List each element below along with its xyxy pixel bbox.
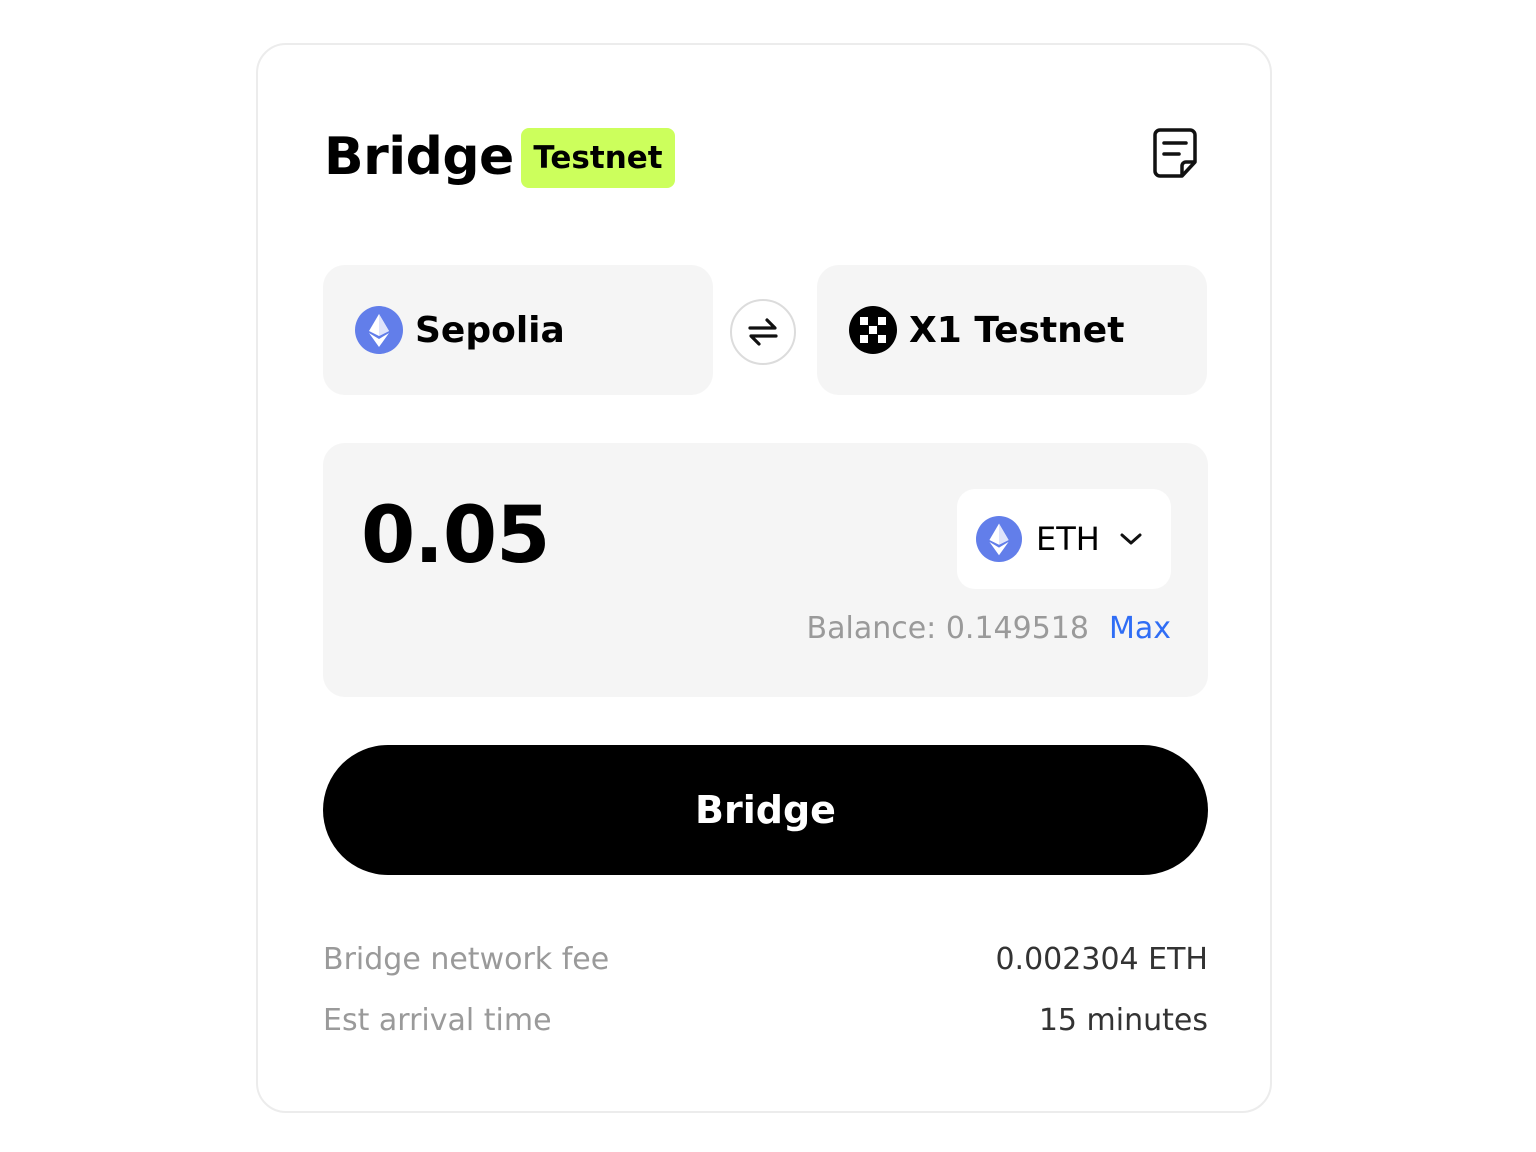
history-icon[interactable] <box>1151 126 1199 180</box>
arrival-time-row: Est arrival time 15 minutes <box>323 1003 1208 1038</box>
swap-direction-button[interactable] <box>730 299 796 365</box>
token-selector[interactable]: ETH <box>957 489 1171 589</box>
source-chain-selector[interactable]: Sepolia <box>323 265 713 395</box>
destination-chain-selector[interactable]: X1 Testnet <box>817 265 1207 395</box>
fee-row: Bridge network fee 0.002304 ETH <box>323 942 1208 977</box>
page-title: Bridge <box>324 127 514 187</box>
bridge-card: Bridge Testnet Sepolia X1 Testnet 0.05 E… <box>256 43 1272 1113</box>
ethereum-icon <box>355 306 403 354</box>
chevron-down-icon <box>1120 533 1142 545</box>
amount-panel: ETH Balance: 0.149518 Max <box>323 443 1208 697</box>
fee-value: 0.002304 ETH <box>995 942 1208 977</box>
ethereum-icon <box>976 516 1022 562</box>
swap-arrows-icon <box>748 318 778 346</box>
source-chain-name: Sepolia <box>415 309 565 351</box>
fee-label: Bridge network fee <box>323 942 610 977</box>
destination-chain-name: X1 Testnet <box>909 309 1125 351</box>
arrival-time-label: Est arrival time <box>323 1003 552 1038</box>
amount-input[interactable] <box>361 491 881 581</box>
balance-row: Balance: 0.149518 Max <box>807 611 1171 646</box>
token-symbol: ETH <box>1036 520 1100 558</box>
bridge-button[interactable]: Bridge <box>323 745 1208 875</box>
testnet-badge: Testnet <box>521 128 675 188</box>
balance-text: Balance: 0.149518 <box>806 611 1089 646</box>
x1-icon <box>849 306 897 354</box>
max-button[interactable]: Max <box>1109 611 1171 646</box>
arrival-time-value: 15 minutes <box>1038 1003 1208 1038</box>
